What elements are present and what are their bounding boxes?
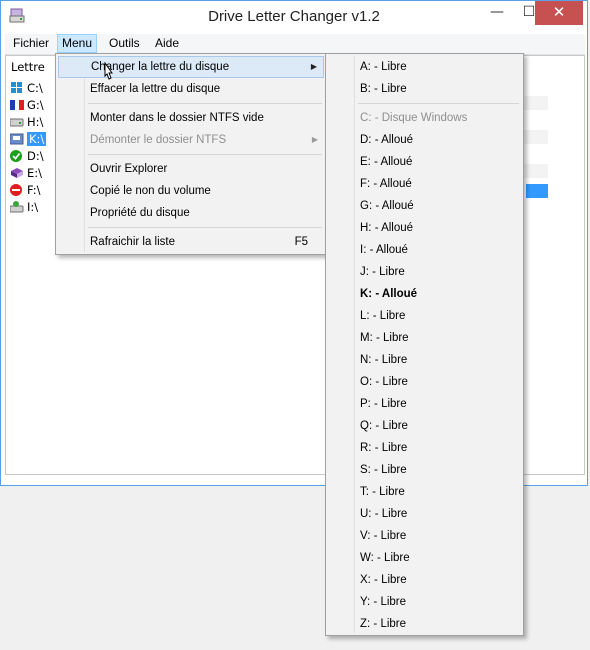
menu-item-label: Propriété du disque	[90, 207, 190, 219]
menu-separator	[88, 227, 322, 228]
menu-item-copier-volume[interactable]: Copié le non du volume	[58, 180, 324, 202]
column-header-letter[interactable]: Lettre	[11, 60, 45, 74]
menu-item-label: Ouvrir Explorer	[90, 163, 168, 175]
submenu-item-g[interactable]: G: - Alloué	[328, 195, 521, 217]
menu-fichier[interactable]: Fichier	[9, 35, 53, 52]
submenu-item-i[interactable]: I: - Alloué	[328, 239, 521, 261]
menu-item-effacer-lettre[interactable]: Effacer la lettre du disque	[58, 78, 324, 100]
submenu-arrow-icon: ▶	[311, 135, 318, 144]
usb-drive-icon	[10, 133, 24, 144]
menu-item-monter-ntfs[interactable]: Monter dans le dossier NTFS vide	[58, 107, 324, 129]
menu-outils[interactable]: Outils	[105, 35, 144, 52]
drive-letter: K:\	[27, 132, 47, 146]
drive-letter: H:\	[27, 115, 44, 129]
menu-separator	[88, 103, 322, 104]
menu-item-changer-lettre[interactable]: Changer la lettre du disque ▶	[58, 56, 324, 78]
submenu-item-x[interactable]: X: - Libre	[328, 569, 521, 591]
menu-item-label: Copié le non du volume	[90, 185, 211, 197]
submenu-item-f[interactable]: F: - Alloué	[328, 173, 521, 195]
menu-item-propriete-disque[interactable]: Propriété du disque	[58, 202, 324, 224]
submenu-item-n[interactable]: N: - Libre	[328, 349, 521, 371]
menu-aide[interactable]: Aide	[151, 35, 183, 52]
menu-separator	[88, 154, 322, 155]
submenu-item-d[interactable]: D: - Alloué	[328, 129, 521, 151]
submenu-item-c[interactable]: C: - Disque Windows	[328, 107, 521, 129]
menu-menu[interactable]: Menu	[57, 34, 98, 53]
submenu-item-e[interactable]: E: - Alloué	[328, 151, 521, 173]
submenu-item-o[interactable]: O: - Libre	[328, 371, 521, 393]
mouse-pointer-icon	[104, 62, 113, 80]
submenu-item-t[interactable]: T: - Libre	[328, 481, 521, 503]
submenu-item-a[interactable]: A: - Libre	[328, 56, 521, 78]
menu-item-demonter-ntfs[interactable]: Démonter le dossier NTFS ▶	[58, 129, 324, 151]
menu-item-label: Effacer la lettre du disque	[90, 83, 221, 95]
drive-letter: G:\	[27, 98, 44, 112]
submenu-item-l[interactable]: L: - Libre	[328, 305, 521, 327]
submenu-item-z[interactable]: Z: - Libre	[328, 613, 521, 635]
submenu-item-p[interactable]: P: - Libre	[328, 393, 521, 415]
submenu-item-k[interactable]: K: - Alloué	[328, 283, 521, 305]
drive-letter: C:\	[27, 81, 43, 95]
menu-item-rafraichir[interactable]: Rafraichir la liste F5	[58, 231, 324, 253]
submenu-item-b[interactable]: B: - Libre	[328, 78, 521, 100]
recycle-drive-icon	[10, 200, 24, 212]
menu-item-label: Rafraichir la liste	[90, 236, 175, 248]
close-button[interactable]: ✕	[535, 1, 583, 25]
menu-separator	[358, 103, 519, 104]
green-check-icon	[10, 149, 22, 162]
drive-letter: I:\	[27, 200, 39, 214]
submenu-item-r[interactable]: R: - Libre	[328, 437, 521, 459]
submenu-item-s[interactable]: S: - Libre	[328, 459, 521, 481]
submenu-item-j[interactable]: J: - Libre	[328, 261, 521, 283]
shortcut-label: F5	[294, 236, 308, 248]
submenu-item-m[interactable]: M: - Libre	[328, 327, 521, 349]
menu-item-ouvrir-explorer[interactable]: Ouvrir Explorer	[58, 158, 324, 180]
red-no-entry-icon	[10, 183, 22, 196]
submenu-arrow-icon: ▶	[310, 62, 317, 71]
menu-dropdown: Changer la lettre du disque ▶ Effacer la…	[55, 53, 327, 255]
hard-drive-icon	[10, 118, 24, 126]
minimize-button[interactable]: —	[481, 1, 513, 25]
title-bar[interactable]: Drive Letter Changer v1.2 — ☐ ✕	[1, 1, 587, 33]
submenu-item-h[interactable]: H: - Alloué	[328, 217, 521, 239]
drive-letter-submenu: A: - Libre B: - Libre C: - Disque Window…	[325, 53, 524, 636]
selected-row-highlight	[526, 184, 548, 198]
drive-letter: E:\	[27, 166, 43, 180]
submenu-item-y[interactable]: Y: - Libre	[328, 591, 521, 613]
submenu-item-q[interactable]: Q: - Libre	[328, 415, 521, 437]
drive-letter: F:\	[27, 183, 41, 197]
submenu-item-v[interactable]: V: - Libre	[328, 525, 521, 547]
menu-bar: Fichier Menu Outils Aide	[5, 34, 585, 55]
menu-item-label: Monter dans le dossier NTFS vide	[90, 112, 264, 124]
submenu-item-u[interactable]: U: - Libre	[328, 503, 521, 525]
windows-drive-icon	[11, 81, 22, 93]
submenu-item-w[interactable]: W: - Libre	[328, 547, 521, 569]
french-flag-icon	[10, 99, 24, 110]
menu-item-label: Démonter le dossier NTFS	[90, 134, 227, 146]
book-icon	[11, 167, 23, 178]
drive-letter: D:\	[27, 149, 44, 163]
